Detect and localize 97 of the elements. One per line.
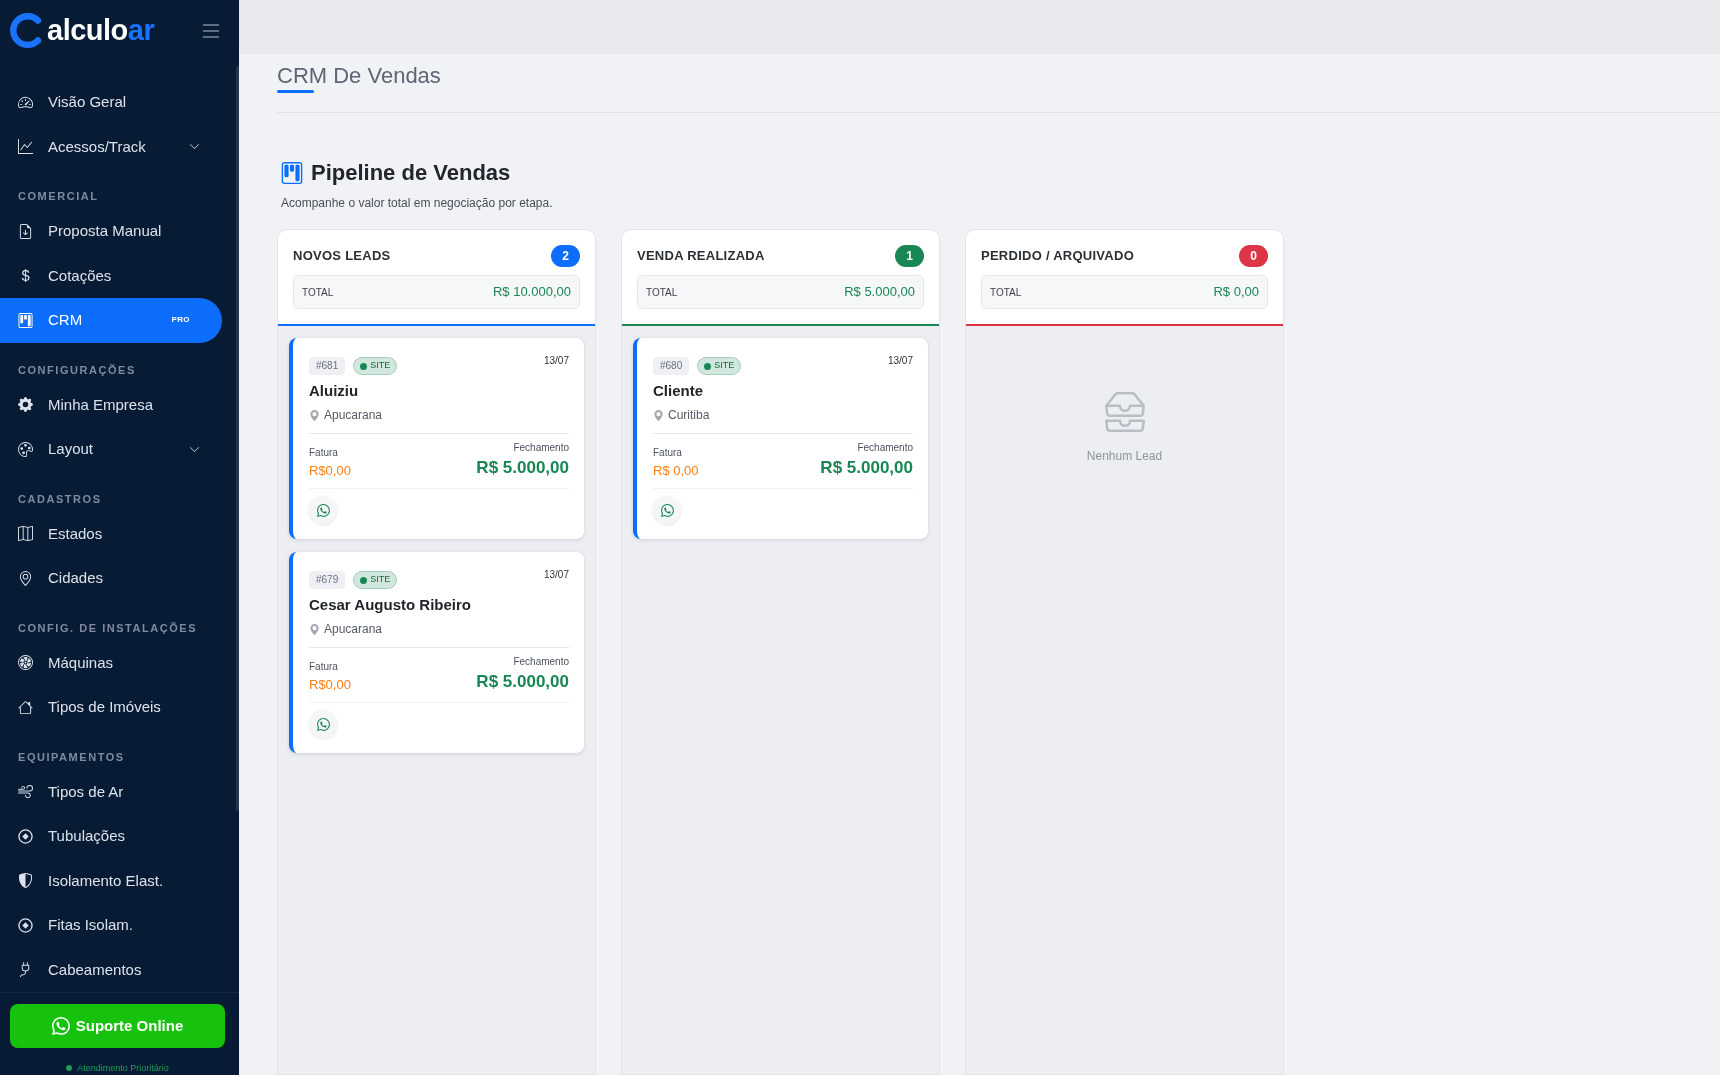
- page-title: CRM De Vendas: [277, 62, 441, 90]
- count-badge: 1: [895, 245, 924, 267]
- lead-id: #679: [309, 571, 346, 589]
- count-badge: 0: [1239, 245, 1268, 267]
- total-value: R$ 10.000,00: [492, 283, 571, 302]
- whatsapp-icon: [51, 1017, 70, 1035]
- nav-item[interactable]: Isolamento Elast.: [0, 858, 222, 903]
- lead-card[interactable]: #680 SITE 13/07 Cliente Curitiba Fatura R$ 0,00 Fechamento R$ 5.000,00: [633, 338, 928, 539]
- total-label: TOTAL: [646, 285, 678, 300]
- total-value: R$ 5.000,00: [844, 283, 915, 302]
- total-label: TOTAL: [990, 285, 1022, 300]
- nav-item[interactable]: CRM PRO: [0, 298, 222, 343]
- column-title: NOVOS LEADS: [293, 247, 391, 266]
- whatsapp-button[interactable]: [653, 496, 681, 524]
- nav-item[interactable]: Máquinas: [0, 640, 222, 685]
- whatsapp-button[interactable]: [309, 710, 337, 738]
- nav-item[interactable]: Tubulações: [0, 814, 222, 859]
- gauge-icon: [18, 94, 33, 110]
- closing-value: R$ 5.000,00: [476, 457, 569, 479]
- section-heading: CADASTROS: [18, 491, 103, 506]
- closing-value: R$ 5.000,00: [476, 671, 569, 693]
- fan-icon: [18, 655, 33, 671]
- source-tag: SITE: [353, 357, 398, 375]
- count-badge: 2: [551, 245, 580, 267]
- map-icon: [18, 526, 33, 542]
- nav-item[interactable]: Cabeamentos: [0, 947, 222, 992]
- inbox-icon: [1104, 392, 1145, 432]
- lead-date: 13/07: [543, 568, 569, 582]
- nav-item[interactable]: Tipos de Imóveis: [0, 685, 222, 730]
- scrollbar[interactable]: [236, 66, 239, 811]
- section-heading: EQUIPAMENTOS: [18, 749, 126, 764]
- whatsapp-button[interactable]: [309, 496, 337, 524]
- lead-name: Cliente: [653, 381, 703, 401]
- pro-label: PRO: [171, 314, 190, 327]
- invoice-value: R$0,00: [309, 463, 351, 479]
- house-icon: [18, 699, 33, 715]
- lead-city: Apucarana: [324, 621, 383, 637]
- nav-item[interactable]: Tipos de Ar: [0, 769, 222, 814]
- line-chart-icon: [18, 139, 33, 155]
- circle-dot-icon: [18, 917, 33, 933]
- lead-date: 13/07: [887, 354, 913, 368]
- lead-card[interactable]: #679 SITE 13/07 Cesar Augusto Ribeiro Apucarana Fatura R$0,00 Fechamento R$ 5.000,00: [289, 552, 584, 753]
- section-heading: CONFIG. DE INSTALAÇÕES: [18, 620, 199, 635]
- nav-item[interactable]: Fitas Isolam.: [0, 903, 222, 948]
- lead-card[interactable]: #681 SITE 13/07 Aluiziu Apucarana Fatura R$0,00 Fechamento R$ 5.000,00: [289, 338, 584, 539]
- whatsapp-icon: [316, 503, 330, 517]
- nav-item[interactable]: Layout: [0, 427, 222, 472]
- whatsapp-icon: [316, 717, 330, 731]
- section-heading: COMERCIAL: [18, 189, 100, 203]
- lead-id: #680: [653, 357, 690, 375]
- wind-icon: [18, 784, 33, 800]
- invoice-value: R$0,00: [309, 677, 351, 693]
- map-pin-icon: [653, 409, 664, 421]
- kanban-icon: [281, 162, 303, 184]
- lead-date: 13/07: [543, 354, 569, 368]
- support-status: Atendimento Prioritário: [77, 1062, 169, 1074]
- closing-label: Fechamento: [513, 442, 569, 454]
- logo-wordmark: alculoar: [47, 13, 155, 48]
- closing-label: Fechamento: [513, 656, 569, 668]
- closing-label: Fechamento: [857, 442, 913, 454]
- lead-city: Curitiba: [668, 407, 710, 423]
- nav-item[interactable]: Acessos/Track: [0, 124, 222, 169]
- column-title: PERDIDO / ARQUIVADO: [981, 247, 1134, 266]
- whatsapp-icon: [660, 503, 674, 517]
- palette-icon: [18, 441, 33, 457]
- source-tag: SITE: [353, 571, 398, 589]
- invoice-label: Fatura: [653, 447, 682, 459]
- source-tag: SITE: [697, 357, 742, 375]
- section-heading: CONFIGURAÇÕES: [18, 362, 137, 377]
- nav-item[interactable]: Cotações: [0, 253, 222, 298]
- invoice-value: R$ 0,00: [653, 463, 699, 479]
- invoice-label: Fatura: [309, 447, 338, 459]
- invoice-label: Fatura: [309, 661, 338, 673]
- nav-item[interactable]: Cidades: [0, 556, 222, 601]
- circle-dot-icon: [18, 828, 33, 844]
- lead-city: Apucarana: [324, 407, 383, 423]
- closing-value: R$ 5.000,00: [820, 457, 913, 479]
- nav-item[interactable]: Proposta Manual: [0, 209, 222, 254]
- lead-name: Cesar Augusto Ribeiro: [309, 595, 471, 615]
- section-subtitle: Acompanhe o valor total em negociação por etapa.: [280, 195, 553, 211]
- map-pin-icon: [18, 570, 33, 586]
- nav-item[interactable]: Visão Geral: [0, 80, 222, 125]
- shield-icon: [18, 873, 33, 889]
- kanban-icon: [18, 312, 33, 328]
- empty-message: Nenhum Lead: [1086, 449, 1163, 463]
- column-title: VENDA REALIZADA: [637, 247, 765, 266]
- lead-id: #681: [309, 357, 346, 375]
- map-pin-icon: [309, 623, 320, 635]
- nav-item[interactable]: Estados: [0, 511, 222, 556]
- section-title: Pipeline de Vendas: [311, 159, 511, 187]
- map-pin-icon: [309, 409, 320, 421]
- nav-item[interactable]: Minha Empresa: [0, 382, 222, 427]
- gear-icon: [18, 397, 33, 413]
- file-download-icon: [18, 223, 33, 239]
- total-label: TOTAL: [302, 285, 334, 300]
- total-value: R$ 0,00: [1213, 283, 1259, 302]
- lead-name: Aluiziu: [309, 381, 359, 401]
